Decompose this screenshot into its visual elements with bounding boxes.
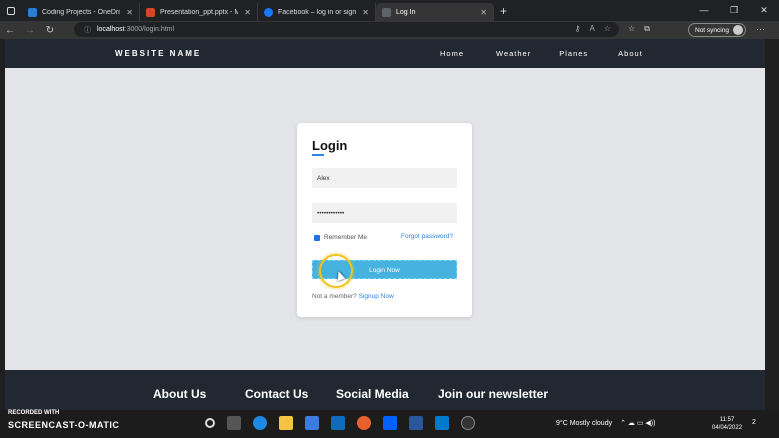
- close-tab-icon[interactable]: ✕: [126, 8, 133, 17]
- footer-about-us: About Us: [153, 387, 207, 401]
- screencast-watermark: SCREENCAST-O-MATIC: [8, 420, 120, 430]
- password-input[interactable]: [312, 203, 457, 223]
- clock-time: 11:57: [719, 417, 735, 423]
- username-input[interactable]: [312, 168, 457, 188]
- footer-social-media: Social Media: [336, 387, 409, 401]
- maximize-icon[interactable]: ❐: [719, 0, 749, 21]
- more-icon[interactable]: ⋯: [756, 24, 765, 35]
- site-footer: About Us Contact Us Social Media Join ou…: [5, 370, 765, 410]
- login-card: Login Remember Me Forgot password? Login…: [297, 123, 472, 317]
- mail-icon[interactable]: [331, 416, 345, 430]
- remember-label: Remember Me: [324, 234, 367, 241]
- signup-prompt: Not a member? Signup Now: [312, 293, 394, 300]
- back-icon[interactable]: ←: [0, 25, 20, 36]
- onedrive-icon: [28, 7, 37, 17]
- browser-tab-facebook[interactable]: Facebook – log in or sign up ✕: [258, 3, 376, 21]
- signup-link[interactable]: Signup Now: [359, 293, 394, 300]
- login-title: Login: [312, 138, 348, 153]
- browser-tab-login[interactable]: Log In ✕: [376, 3, 494, 21]
- remember-me[interactable]: Remember Me: [314, 234, 367, 241]
- url-input[interactable]: ⓘ localhost:3000/login.html ⚷ A ☆: [74, 22, 619, 37]
- url-path: :3000/login.html: [124, 26, 175, 33]
- read-aloud-icon[interactable]: A: [589, 24, 594, 33]
- url-host: localhost: [97, 26, 125, 33]
- toolbar-icons: ☆ ⧉: [628, 24, 650, 34]
- refresh-icon[interactable]: ↻: [40, 25, 60, 36]
- recorded-with-label: RECORDED WITH: [8, 410, 60, 416]
- key-icon[interactable]: ⚷: [575, 24, 581, 33]
- nav-home[interactable]: Home: [440, 49, 464, 58]
- close-tab-icon[interactable]: ✕: [480, 8, 487, 17]
- clock[interactable]: 11:57 04/04/2022: [712, 416, 742, 432]
- clock-date: 04/04/2022: [712, 425, 743, 431]
- nav-planes[interactable]: Planes: [559, 49, 588, 58]
- favorites-icon[interactable]: ☆: [628, 24, 635, 34]
- site-navbar: WEBSITE NAME Home Weather Planes About: [5, 39, 765, 68]
- footer-contact-us: Contact Us: [245, 387, 309, 401]
- system-tray: 9°C Mostly cloudy ⌃ ☁ ▭ ◀)): [556, 419, 655, 428]
- screencast-app-icon[interactable]: [357, 416, 371, 430]
- info-icon[interactable]: ⓘ: [84, 25, 91, 35]
- title-underline: [312, 154, 324, 156]
- notification-icon[interactable]: 2: [752, 419, 756, 426]
- close-tab-icon[interactable]: ✕: [362, 8, 369, 17]
- nav-weather[interactable]: Weather: [496, 49, 531, 58]
- forward-icon[interactable]: →: [20, 25, 40, 36]
- member-text: Not a member?: [312, 293, 357, 300]
- nav-links: Home Weather Planes About: [440, 49, 643, 58]
- windows-taskbar: RECORDED WITH SCREENCAST-O-MATIC 9°C Mos…: [0, 410, 779, 438]
- search-icon[interactable]: [205, 418, 215, 428]
- store-icon[interactable]: [305, 416, 319, 430]
- collections-icon[interactable]: ⧉: [644, 24, 650, 34]
- footer-newsletter: Join our newsletter: [438, 387, 549, 401]
- tray-icons[interactable]: ⌃ ☁ ▭ ◀)): [620, 419, 655, 427]
- browser-tab-strip: Coding Projects - OneDrive ✕ Presentatio…: [0, 0, 779, 21]
- file-explorer-icon[interactable]: [279, 416, 293, 430]
- app-icon[interactable]: [409, 416, 423, 430]
- forgot-password-link[interactable]: Forgot password?: [401, 233, 453, 240]
- task-view-icon[interactable]: [227, 416, 241, 430]
- dropbox-icon[interactable]: [383, 416, 397, 430]
- omnibox-icons: ⚷ A ☆: [575, 24, 611, 33]
- facebook-icon: [264, 7, 273, 17]
- powerpoint-icon: [146, 7, 155, 17]
- address-bar: ← → ↻ ⓘ localhost:3000/login.html ⚷ A ☆ …: [0, 21, 779, 39]
- nav-about[interactable]: About: [618, 49, 643, 58]
- new-tab-button[interactable]: +: [500, 4, 507, 18]
- favorite-icon[interactable]: ☆: [604, 24, 611, 33]
- recorder-icon[interactable]: [461, 416, 475, 430]
- remember-checkbox[interactable]: [314, 234, 320, 241]
- site-brand[interactable]: WEBSITE NAME: [115, 49, 201, 58]
- weather-widget[interactable]: 9°C Mostly cloudy: [556, 420, 612, 427]
- close-window-icon[interactable]: ✕: [749, 0, 779, 21]
- minimize-icon[interactable]: —: [689, 0, 719, 21]
- vscode-icon[interactable]: [435, 416, 449, 430]
- web-page: WEBSITE NAME Home Weather Planes About L…: [5, 39, 765, 410]
- taskbar-apps: [205, 416, 475, 430]
- avatar: [733, 25, 743, 35]
- window-controls: — ❐ ✕: [689, 0, 779, 21]
- browser-tab-presentation[interactable]: Presentation_ppt.pptx - Microsoft ✕: [140, 3, 258, 21]
- profile-sync-button[interactable]: Not syncing: [688, 23, 746, 37]
- close-tab-icon[interactable]: ✕: [244, 8, 251, 17]
- browser-tab-onedrive[interactable]: Coding Projects - OneDrive ✕: [22, 3, 140, 21]
- edge-icon[interactable]: [253, 416, 267, 430]
- page-icon: [382, 7, 391, 17]
- window-menu-icon[interactable]: [0, 0, 22, 21]
